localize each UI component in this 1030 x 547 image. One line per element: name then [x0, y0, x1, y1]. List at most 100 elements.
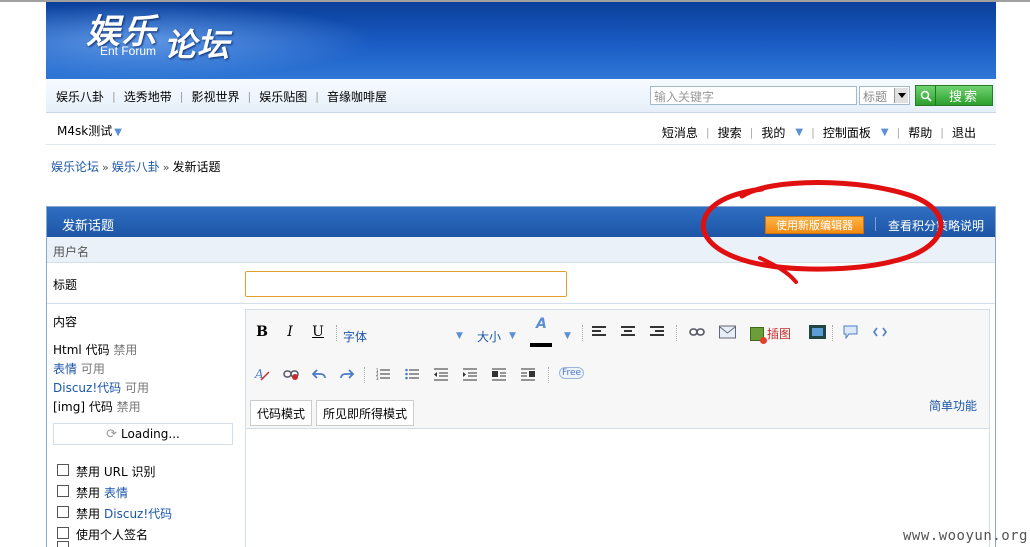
search-icon	[916, 86, 936, 105]
redo-icon[interactable]	[338, 365, 356, 383]
indent-icon[interactable]	[461, 365, 479, 383]
tab-code-mode[interactable]: 代码模式	[250, 400, 313, 426]
font-color-icon: A	[536, 316, 547, 332]
svg-text:3: 3	[376, 376, 379, 381]
bold-button[interactable]: B	[253, 323, 271, 341]
chevron-down-icon[interactable]: ▼	[456, 331, 463, 341]
float-left-icon[interactable]	[490, 365, 508, 383]
discuz-code-link[interactable]: Discuz!代码	[53, 381, 121, 395]
search-button[interactable]: 搜索	[915, 85, 993, 106]
title-input[interactable]	[245, 271, 567, 297]
image-icon	[750, 326, 767, 344]
nav-link-gossip[interactable]: 娱乐八卦	[56, 88, 104, 105]
nav-link-music-cafe[interactable]: 音缘咖啡屋	[327, 88, 387, 105]
search-scope-select[interactable]: 标题	[859, 86, 910, 105]
unlink-icon[interactable]	[282, 365, 300, 383]
nav-separator: |	[112, 90, 116, 103]
underline-button[interactable]: U	[309, 323, 327, 341]
checkbox-label: 禁用	[76, 507, 101, 521]
credit-policy-link[interactable]: 查看积分策略说明	[888, 217, 984, 234]
checkbox-icon[interactable]	[57, 505, 69, 518]
media-icon[interactable]	[808, 323, 826, 341]
title-label: 标题	[53, 278, 78, 292]
checkbox-icon[interactable]	[57, 484, 69, 497]
username-label: 用户名	[53, 245, 90, 259]
search-input[interactable]: 输入关键字	[650, 86, 857, 105]
img-code-status: [img] 代码 禁用	[53, 398, 141, 415]
align-right-icon[interactable]	[648, 323, 666, 341]
code-icon[interactable]	[871, 323, 889, 341]
nav-separator: |	[179, 90, 184, 103]
user-search-link[interactable]: 搜索	[718, 124, 742, 141]
checkbox-disable-discuz[interactable]: 禁用 Discuz!代码	[57, 505, 172, 522]
help-link[interactable]: 帮助	[908, 124, 932, 141]
nav-link-film[interactable]: 影视世界	[191, 88, 239, 105]
link-icon[interactable]	[688, 323, 706, 341]
toolbar-divider	[548, 367, 549, 383]
search-scope-value: 标题	[863, 90, 888, 104]
rich-text-editor: B I U 字体 ▼ 大小 ▼ A ▼ 插图 A 1 2 3 Free 代码模式…	[245, 309, 990, 547]
breadcrumb-forum-link[interactable]: 娱乐论坛	[51, 160, 99, 174]
link-separator: |	[940, 126, 944, 139]
editor-content-area[interactable]	[246, 428, 989, 547]
nav-separator: |	[247, 90, 252, 103]
checkbox-discuz-link[interactable]: Discuz!代码	[104, 505, 172, 522]
user-links: 短消息 | 搜索 | 我的 ▼ | 控制面板 ▼ | 帮助 | 退出	[662, 124, 976, 141]
dropdown-arrow-icon[interactable]	[894, 88, 908, 103]
breadcrumb-separator: »	[162, 161, 170, 174]
user-bar: M4sk测试 ▼ 短消息 | 搜索 | 我的 ▼ | 控制面板 ▼ | 帮助 | …	[46, 113, 996, 145]
checkbox-icon[interactable]	[57, 526, 69, 539]
align-left-icon[interactable]	[590, 323, 608, 341]
new-post-form: 发新话题 使用新版编辑器 查看积分策略说明 用户名 标题 内容 Html 代码 …	[46, 206, 996, 547]
free-badge-icon[interactable]: Free	[559, 367, 585, 379]
messages-link[interactable]: 短消息	[662, 124, 698, 141]
undo-icon[interactable]	[310, 365, 328, 383]
checkbox-use-signature[interactable]: 使用个人签名	[57, 526, 148, 543]
link-separator: |	[811, 126, 815, 139]
chevron-down-icon: ▼	[114, 127, 122, 138]
font-size-select[interactable]: 大小	[477, 328, 501, 345]
chevron-down-icon[interactable]: ▼	[509, 331, 516, 341]
nav-link-pictures[interactable]: 娱乐贴图	[259, 88, 307, 105]
use-new-editor-button[interactable]: 使用新版编辑器	[765, 216, 864, 234]
logo-text-part2[interactable]: 论坛	[164, 20, 230, 66]
smilies-state: 可用	[80, 362, 105, 376]
align-center-icon[interactable]	[619, 323, 637, 341]
quote-icon[interactable]	[841, 323, 859, 341]
smilies-status: 表情 可用	[53, 360, 105, 377]
nav-links: 娱乐八卦 | 选秀地带 | 影视世界 | 娱乐贴图 | 音缘咖啡屋	[56, 88, 387, 105]
outdent-icon[interactable]	[432, 365, 450, 383]
editor-mode-tabs: 代码模式 所见即所得模式	[250, 400, 418, 426]
remove-format-icon[interactable]: A	[253, 365, 271, 383]
checkbox-icon[interactable]	[57, 541, 69, 547]
chevron-down-icon[interactable]: ▼	[564, 331, 571, 341]
breadcrumb-board-link[interactable]: 娱乐八卦	[112, 160, 160, 174]
text-color-button[interactable]: A	[530, 316, 552, 348]
mine-link[interactable]: 我的	[761, 124, 785, 141]
chevron-down-icon[interactable]: ▼	[881, 127, 889, 138]
username-menu[interactable]: M4sk测试 ▼	[57, 122, 122, 139]
checkbox-label: 禁用	[76, 486, 101, 500]
smilies-link[interactable]: 表情	[53, 362, 77, 376]
checkbox-disable-url[interactable]: 禁用 URL 识别	[57, 463, 155, 480]
tab-wysiwyg-mode[interactable]: 所见即所得模式	[316, 400, 415, 426]
control-panel-link[interactable]: 控制面板	[823, 124, 871, 141]
email-icon[interactable]	[718, 323, 736, 341]
checkbox-disable-smilies[interactable]: 禁用 表情	[57, 484, 128, 501]
unordered-list-icon[interactable]	[403, 365, 421, 383]
checkbox-icon[interactable]	[57, 463, 69, 476]
toolbar-divider	[676, 325, 677, 341]
float-right-icon[interactable]	[519, 365, 537, 383]
italic-button[interactable]: I	[281, 323, 299, 341]
simple-mode-link[interactable]: 简单功能	[929, 397, 977, 414]
chevron-down-icon[interactable]: ▼	[795, 127, 803, 138]
insert-image-button[interactable]: 插图	[750, 325, 791, 344]
checkbox-smilies-link[interactable]: 表情	[104, 484, 128, 501]
checkbox-signature-label: 使用个人签名	[76, 528, 149, 542]
ordered-list-icon[interactable]: 123	[374, 365, 392, 383]
nav-link-talent[interactable]: 选秀地带	[124, 88, 172, 105]
username-row: 用户名	[47, 237, 995, 263]
search-button-label: 搜索	[948, 90, 979, 105]
font-family-select[interactable]: 字体	[343, 328, 367, 345]
logout-link[interactable]: 退出	[952, 124, 976, 141]
